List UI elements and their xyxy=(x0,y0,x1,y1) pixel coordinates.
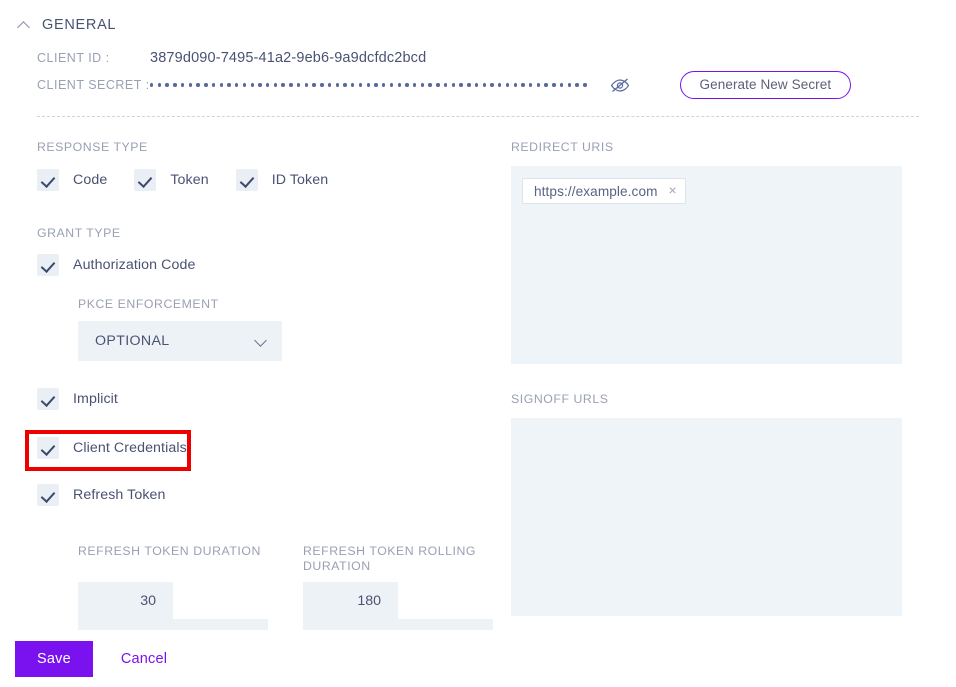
checkbox-id-token[interactable]: ID Token xyxy=(235,169,329,191)
checkbox-refresh-token[interactable]: Refresh Token xyxy=(37,484,505,506)
refresh-token-duration-group: REFRESH TOKEN DURATION 30 Days xyxy=(78,544,268,630)
client-secret-label: CLIENT SECRET : xyxy=(37,78,150,92)
refresh-token-rolling-duration-unit-select[interactable]: Days xyxy=(303,619,493,630)
settings-columns: RESPONSE TYPE Code Token ID Token GRANT … xyxy=(0,117,956,630)
general-section-header[interactable]: GENERAL xyxy=(0,0,956,33)
grant-type-label: GRANT TYPE xyxy=(37,226,121,240)
refresh-token-rolling-duration-input[interactable]: 180 xyxy=(303,582,398,619)
checkbox-label: ID Token xyxy=(271,172,329,188)
checkbox-label: Implicit xyxy=(73,391,118,407)
client-id-row: CLIENT ID : 3879d090-7495-41a2-9eb6-9a9d… xyxy=(37,45,956,71)
generate-new-secret-button[interactable]: Generate New Secret xyxy=(679,71,852,99)
client-secret-row: CLIENT SECRET : Generate New Secret xyxy=(37,71,956,99)
check-icon[interactable] xyxy=(37,254,59,276)
check-icon[interactable] xyxy=(37,437,59,459)
check-icon[interactable] xyxy=(37,169,59,191)
grant-type-options: Authorization Code PKCE ENFORCEMENT OPTI… xyxy=(37,254,505,506)
check-icon[interactable] xyxy=(37,388,59,410)
checkbox-implicit[interactable]: Implicit xyxy=(37,388,505,410)
signoff-urls-label: SIGNOFF URLS xyxy=(511,392,609,406)
chevron-down-icon[interactable] xyxy=(255,335,267,347)
settings-scroll-region[interactable]: GENERAL CLIENT ID : 3879d090-7495-41a2-9… xyxy=(0,0,956,630)
client-info-block: CLIENT ID : 3879d090-7495-41a2-9eb6-9a9d… xyxy=(0,33,956,99)
pkce-enforcement-select[interactable]: OPTIONAL xyxy=(78,321,282,361)
grant-type-section: GRANT TYPE Authorization Code PKCE ENFOR… xyxy=(37,226,505,506)
pkce-enforcement-label: PKCE ENFORCEMENT xyxy=(78,297,219,311)
redirect-uris-input[interactable]: https://example.com × xyxy=(511,166,902,364)
refresh-token-rolling-duration-group: REFRESH TOKEN ROLLING DURATION 180 Days xyxy=(303,544,493,630)
client-id-value: 3879d090-7495-41a2-9eb6-9a9dcfdc2bcd xyxy=(150,50,427,66)
client-id-label: CLIENT ID : xyxy=(37,51,110,65)
left-column: RESPONSE TYPE Code Token ID Token GRANT … xyxy=(0,140,505,630)
pkce-enforcement-group: PKCE ENFORCEMENT OPTIONAL xyxy=(78,297,505,361)
redirect-uris-label: REDIRECT URIS xyxy=(511,140,614,154)
refresh-token-duration-input[interactable]: 30 xyxy=(78,582,173,619)
signoff-urls-group: SIGNOFF URLS xyxy=(511,392,920,616)
close-icon[interactable]: × xyxy=(669,183,677,199)
checkbox-label: Authorization Code xyxy=(73,257,196,273)
chevron-up-icon[interactable] xyxy=(18,19,30,31)
response-type-options: Code Token ID Token xyxy=(37,169,505,191)
refresh-token-rolling-duration-label: REFRESH TOKEN ROLLING DURATION xyxy=(303,544,477,573)
cancel-button[interactable]: Cancel xyxy=(111,643,177,675)
form-action-bar: Save Cancel xyxy=(0,630,956,687)
duration-fields-row: REFRESH TOKEN DURATION 30 Days REFRESH T… xyxy=(78,544,505,630)
check-icon[interactable] xyxy=(235,169,258,191)
check-icon[interactable] xyxy=(134,169,157,191)
client-settings-page: GENERAL CLIENT ID : 3879d090-7495-41a2-9… xyxy=(0,0,956,687)
checkbox-label: Client Credentials xyxy=(73,440,187,456)
right-column: REDIRECT URIS https://example.com × SIGN… xyxy=(505,140,920,630)
redirect-uris-group: REDIRECT URIS https://example.com × xyxy=(511,140,920,364)
redirect-uri-chip-text: https://example.com xyxy=(534,183,658,199)
checkbox-authorization-code[interactable]: Authorization Code xyxy=(37,254,505,276)
checkbox-label: Token xyxy=(170,172,209,188)
eye-slash-icon[interactable] xyxy=(609,75,631,95)
response-type-label: RESPONSE TYPE xyxy=(37,140,148,154)
check-icon[interactable] xyxy=(37,484,59,506)
refresh-token-duration-label: REFRESH TOKEN DURATION xyxy=(78,544,261,558)
pkce-enforcement-value: OPTIONAL xyxy=(95,333,170,349)
refresh-token-duration-unit-select[interactable]: Days xyxy=(78,619,268,630)
save-button[interactable]: Save xyxy=(15,640,93,677)
page-title: GENERAL xyxy=(42,17,117,33)
signoff-urls-input[interactable] xyxy=(511,418,902,616)
checkbox-client-credentials[interactable]: Client Credentials xyxy=(37,437,505,459)
checkbox-token[interactable]: Token xyxy=(134,169,209,191)
redirect-uri-chip[interactable]: https://example.com × xyxy=(522,178,686,204)
checkbox-label: Code xyxy=(73,172,108,188)
checkbox-label: Refresh Token xyxy=(73,487,166,503)
checkbox-code[interactable]: Code xyxy=(37,169,107,191)
client-secret-masked-value xyxy=(150,75,587,95)
